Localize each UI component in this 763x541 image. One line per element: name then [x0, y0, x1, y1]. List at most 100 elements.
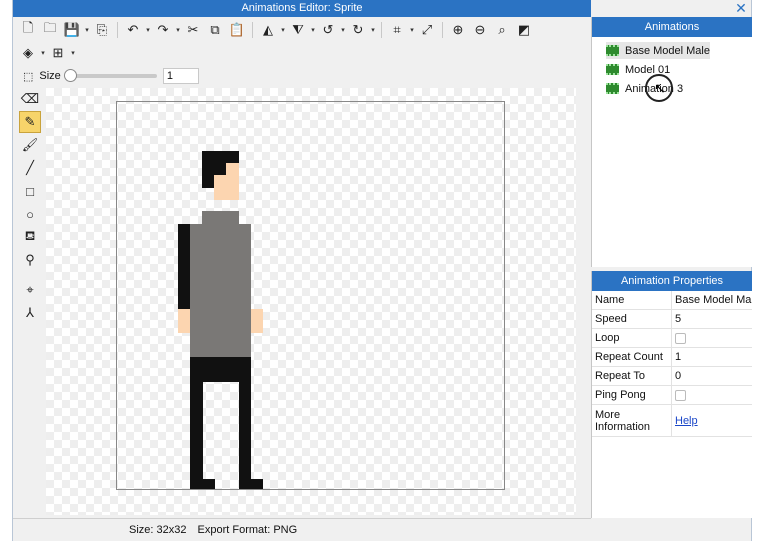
flip-horizontal-icon[interactable]: ◭ [257, 20, 279, 40]
layers-icon[interactable]: ◈ [17, 43, 39, 63]
sprite-frame[interactable] [116, 101, 505, 490]
main-toolbar: 🗋 🗀 💾 ▾ ⎘ ↶ ▾ ↷ ▾ ✂ ⧉ 📋 ◭ ▾ ⧨ ▾ ↺ ▾ ↻ ▾ ⌗ ▾ ⤢ ⊕ ⊖ ⌕ ◩ [17, 19, 535, 41]
size-label: Size [39, 70, 61, 82]
redo-icon[interactable]: ↷ [152, 20, 174, 40]
ellipse-icon[interactable]: ○ [19, 203, 41, 225]
save-icon[interactable]: 💾 [61, 20, 83, 40]
sprite-pixel-skin [214, 174, 240, 200]
crop-icon[interactable]: ⌗ [386, 20, 408, 40]
flip-vertical-icon[interactable]: ⧨ [287, 20, 309, 40]
open-folder-icon[interactable]: 🗀 [39, 20, 61, 40]
toolbar-separator [442, 22, 443, 38]
property-row: Speed 5 [592, 310, 752, 329]
move-point-icon[interactable]: ⌖ [19, 279, 41, 301]
chevron-down-icon[interactable]: ▾ [309, 26, 317, 34]
eraser-icon[interactable]: ⌫ [19, 88, 41, 110]
close-icon[interactable]: ✕ [731, 0, 751, 17]
property-value[interactable]: 1 [672, 348, 752, 366]
rotate-left-icon[interactable]: ↺ [317, 20, 339, 40]
properties-panel-title: Animation Properties [592, 271, 752, 291]
animations-panel-title: Animations [592, 17, 752, 37]
property-name: Name [592, 291, 672, 309]
size-input[interactable]: 1 [162, 68, 199, 84]
animation-item[interactable]: Base Model Male [606, 42, 710, 59]
fill-bucket-icon[interactable]: ⛾ [19, 226, 41, 248]
animation-item-label: Base Model Male [625, 44, 710, 57]
property-value[interactable] [672, 386, 752, 404]
sprite-pixel-pants [189, 478, 215, 489]
eyedropper-icon[interactable]: ⚲ [19, 249, 41, 271]
pencil-icon[interactable]: ✎ [19, 111, 41, 133]
drawing-canvas[interactable] [46, 88, 576, 515]
export-icon[interactable]: ⎘ [91, 20, 113, 40]
property-name: More Information [592, 405, 672, 436]
sprite-pixel-hair [177, 223, 191, 310]
chevron-down-icon[interactable]: ▾ [339, 26, 347, 34]
line-icon[interactable]: ╱ [19, 157, 41, 179]
status-bar: Size: 32x32 Export Format: PNG [13, 518, 591, 541]
zoom-fit-icon[interactable]: ⌕ [491, 20, 513, 40]
property-name: Repeat Count [592, 348, 672, 366]
chevron-down-icon[interactable]: ▾ [174, 26, 182, 34]
window-title: Animations Editor: Sprite [13, 0, 591, 17]
chevron-down-icon[interactable]: ▾ [369, 26, 377, 34]
property-value[interactable] [672, 329, 752, 347]
property-name: Speed [592, 310, 672, 328]
chevron-down-icon[interactable]: ▾ [39, 49, 47, 57]
animations-panel: Animations Base Model Male Model 01 Animat… [591, 17, 752, 267]
property-value[interactable]: 0 [672, 367, 752, 385]
brush-icon[interactable]: 🖌 [19, 134, 41, 156]
rectangle-icon[interactable]: □ [19, 180, 41, 202]
film-strip-icon [606, 83, 619, 94]
toolbar-separator [252, 22, 253, 38]
size-slider[interactable] [63, 69, 157, 82]
copy-icon[interactable]: ⧉ [204, 20, 226, 40]
new-file-icon[interactable]: 🗋 [17, 20, 39, 40]
secondary-toolbar: ◈ ▾ ⊞ ▾ [17, 42, 77, 64]
status-export-format: Export Format: PNG [197, 524, 298, 536]
sprite-pixel-pants [189, 381, 203, 480]
property-row: Name Base Model Male [592, 291, 752, 310]
property-value[interactable]: Help [672, 405, 752, 436]
property-checkbox[interactable] [675, 389, 686, 401]
size-slider-handle[interactable] [63, 69, 77, 82]
toolbar-separator [381, 22, 382, 38]
undo-icon[interactable]: ↶ [122, 20, 144, 40]
property-row: Repeat Count 1 [592, 348, 752, 367]
node-tool-icon[interactable]: ⅄ [19, 302, 41, 324]
sprite-pixel-hair [202, 150, 240, 164]
sprite-pixel-pants [238, 478, 264, 489]
property-checkbox[interactable] [675, 332, 686, 344]
paste-icon[interactable]: 📋 [226, 20, 248, 40]
cut-icon[interactable]: ✂ [182, 20, 204, 40]
help-link[interactable]: Help [675, 415, 698, 427]
grid-icon[interactable]: ⊞ [47, 43, 69, 63]
animation-item-label: Model 01 [625, 63, 671, 76]
zoom-out-icon[interactable]: ⊖ [469, 20, 491, 40]
chevron-down-icon[interactable]: ▾ [83, 26, 91, 34]
film-strip-icon [606, 45, 619, 56]
mouse-pointer-icon: ↖ [654, 80, 666, 96]
chevron-down-icon[interactable]: ▾ [408, 26, 416, 34]
sprite-pixel-skin [177, 308, 191, 334]
sprite-pixel-hair [214, 162, 227, 176]
chevron-down-icon[interactable]: ▾ [279, 26, 287, 34]
sprite-pixel-pants [238, 381, 252, 480]
property-row: More Information Help [592, 405, 752, 437]
property-row: Repeat To 0 [592, 367, 752, 386]
property-value[interactable]: Base Model Male [672, 291, 752, 309]
rotate-right-icon[interactable]: ↻ [347, 20, 369, 40]
zoom-in-icon[interactable]: ⊕ [447, 20, 469, 40]
property-row: Loop [592, 329, 752, 348]
property-row: Ping Pong [592, 386, 752, 405]
property-name: Loop [592, 329, 672, 347]
selection-icon[interactable]: ⬚ [23, 70, 33, 83]
zoom-actual-icon[interactable]: ◩ [513, 20, 535, 40]
property-value[interactable]: 5 [672, 310, 752, 328]
chevron-down-icon[interactable]: ▾ [69, 49, 77, 57]
canvas-scrollbar[interactable] [576, 88, 590, 515]
chevron-down-icon[interactable]: ▾ [144, 26, 152, 34]
tool-palette: ⌫ ✎ 🖌 ╱ □ ○ ⛾ ⚲ ⌖ ⅄ [19, 88, 45, 325]
resize-icon[interactable]: ⤢ [416, 20, 438, 40]
sprite-pixel-skin [250, 308, 264, 334]
